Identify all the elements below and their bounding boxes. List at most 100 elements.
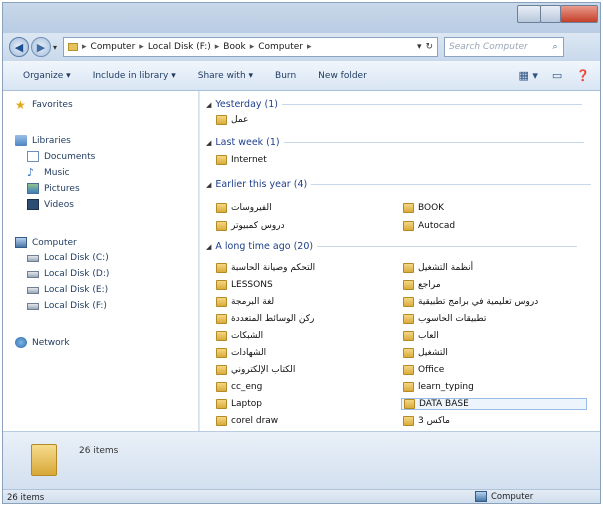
nav-network[interactable]: Network	[15, 337, 70, 348]
breadcrumb-current[interactable]: Computer	[258, 42, 303, 52]
folder-item[interactable]: الشبكات	[216, 331, 263, 341]
folder-icon	[216, 297, 227, 307]
navigation-pane: ★ Favorites Libraries Documents ♪ Music …	[3, 91, 199, 431]
nav-pictures[interactable]: Pictures	[27, 183, 80, 194]
nav-label: Local Disk (F:)	[44, 301, 107, 311]
folder-name: العاب	[418, 331, 439, 341]
share-with-button[interactable]: Share with ▾	[198, 71, 253, 81]
folder-icon	[403, 263, 414, 273]
breadcrumb-local-disk-f[interactable]: Local Disk (F:)	[148, 42, 211, 52]
change-view-icon[interactable]: ▦ ▾	[518, 69, 537, 82]
folder-name: الشبكات	[231, 331, 264, 341]
folder-icon	[68, 43, 79, 51]
nav-disk-d[interactable]: Local Disk (D:)	[27, 269, 109, 279]
folder-item[interactable]: الشهادات	[216, 348, 266, 358]
group-title: A long time ago (20)	[215, 241, 314, 252]
address-bar[interactable]: ▸ Computer ▸ Local Disk (F:) ▸ Book ▸ Co…	[63, 37, 439, 57]
minimize-button[interactable]	[517, 5, 541, 23]
forward-button[interactable]: ▶	[31, 37, 51, 57]
folder-item[interactable]: Laptop	[216, 399, 262, 409]
group-title: Last week (1)	[215, 137, 280, 148]
folder-item[interactable]: الكتاب الإلكتروني	[216, 365, 295, 375]
folder-item[interactable]: ماكس 3	[403, 416, 450, 426]
help-icon[interactable]: ❓	[576, 69, 590, 82]
collapse-arrow-icon: ◢	[206, 138, 212, 147]
folder-icon	[216, 365, 227, 375]
close-button[interactable]	[560, 5, 598, 23]
folder-item[interactable]: التحكم وصيانة الحاسبة	[216, 263, 315, 273]
burn-button[interactable]: Burn	[275, 71, 296, 81]
folder-name: لغة البرمجة	[231, 297, 275, 307]
breadcrumb-book[interactable]: Book	[223, 42, 245, 52]
folder-icon	[403, 203, 414, 213]
recent-pages-dropdown[interactable]: ▾	[53, 43, 57, 52]
back-button[interactable]: ◀	[9, 37, 29, 57]
folder-item[interactable]: ركن الوسائط المتعددة	[216, 314, 314, 324]
nav-music[interactable]: ♪ Music	[27, 167, 70, 178]
breadcrumb-separator[interactable]: ▸	[307, 42, 312, 52]
group-title: Yesterday (1)	[215, 99, 278, 110]
folder-item[interactable]: Autocad	[403, 221, 455, 231]
nav-libraries[interactable]: Libraries	[15, 135, 71, 146]
folder-item[interactable]: عمل	[216, 115, 248, 125]
refresh-icon[interactable]: ↻	[425, 42, 433, 52]
drive-icon	[27, 286, 39, 294]
nav-computer[interactable]: Computer	[15, 237, 77, 248]
nav-documents[interactable]: Documents	[27, 151, 95, 162]
folder-item[interactable]: لغة البرمجة	[216, 297, 274, 307]
folder-name: تطبيقات الحاسوب	[418, 314, 487, 324]
breadcrumb-separator[interactable]: ▸	[139, 42, 144, 52]
search-placeholder: Search Computer	[449, 42, 528, 52]
folder-icon	[31, 444, 57, 476]
group-title: Earlier this year (4)	[215, 179, 308, 190]
organize-button[interactable]: Organize ▾	[23, 71, 71, 81]
nav-videos[interactable]: Videos	[27, 199, 74, 210]
folder-name: Office	[418, 365, 445, 375]
search-icon[interactable]: ⌕	[547, 42, 563, 52]
preview-pane-icon[interactable]: ▭	[552, 69, 562, 82]
nav-disk-c[interactable]: Local Disk (C:)	[27, 253, 109, 263]
breadcrumb-separator[interactable]: ▸	[82, 42, 87, 52]
include-in-library-button[interactable]: Include in library ▾	[93, 71, 176, 81]
search-input[interactable]: Search Computer ⌕	[444, 37, 565, 57]
group-header-earlier-this-year[interactable]: ◢ Earlier this year (4)	[206, 179, 592, 190]
folder-icon	[403, 297, 414, 307]
folder-item[interactable]: دروس تعليمية في برامج تطبيقية	[403, 297, 538, 307]
folder-item[interactable]: BOOK	[403, 203, 444, 213]
folder-item[interactable]: Office	[403, 365, 444, 375]
nav-disk-e[interactable]: Local Disk (E:)	[27, 285, 108, 295]
group-header-last-week[interactable]: ◢ Last week (1)	[206, 137, 584, 148]
documents-icon	[27, 151, 39, 162]
back-arrow-icon: ◀	[14, 40, 24, 54]
breadcrumb-separator[interactable]: ▸	[250, 42, 255, 52]
folder-name: التشغيل	[418, 348, 448, 358]
nav-favorites[interactable]: ★ Favorites	[15, 99, 73, 111]
folder-item[interactable]: دروس كمبيوتر	[216, 221, 285, 231]
maximize-button[interactable]	[539, 5, 562, 23]
folder-icon	[403, 416, 414, 426]
folder-icon	[216, 263, 227, 273]
new-folder-button[interactable]: New folder	[318, 71, 367, 81]
folder-item[interactable]: corel draw	[216, 416, 278, 426]
folder-item[interactable]: cc_eng	[216, 382, 262, 392]
folder-item[interactable]: العاب	[403, 331, 439, 341]
collapse-arrow-icon: ◢	[206, 180, 212, 189]
nav-label: Libraries	[32, 135, 71, 146]
folder-item[interactable]: تطبيقات الحاسوب	[403, 314, 486, 324]
status-location-label: Computer	[491, 491, 534, 502]
address-dropdown-icon[interactable]: ▾	[417, 42, 422, 52]
folder-item[interactable]: أنظمة التشغيل	[403, 263, 473, 273]
breadcrumb-separator[interactable]: ▸	[215, 42, 220, 52]
folder-item[interactable]: الفيروسات	[216, 203, 272, 213]
folder-item[interactable]: مراجع	[403, 280, 441, 290]
folder-item[interactable]: learn_typing	[403, 382, 474, 392]
group-header-long-time-ago[interactable]: ◢ A long time ago (20)	[206, 241, 578, 252]
nav-disk-f[interactable]: Local Disk (F:)	[27, 301, 107, 311]
network-icon	[15, 337, 27, 348]
folder-item[interactable]: Internet	[216, 155, 267, 165]
folder-item[interactable]: LESSONS	[216, 280, 273, 290]
folder-item[interactable]: التشغيل	[403, 348, 448, 358]
folder-item-selected[interactable]: DATA BASE	[401, 398, 587, 410]
group-header-yesterday[interactable]: ◢ Yesterday (1)	[206, 99, 582, 110]
breadcrumb-computer[interactable]: Computer	[91, 42, 136, 52]
